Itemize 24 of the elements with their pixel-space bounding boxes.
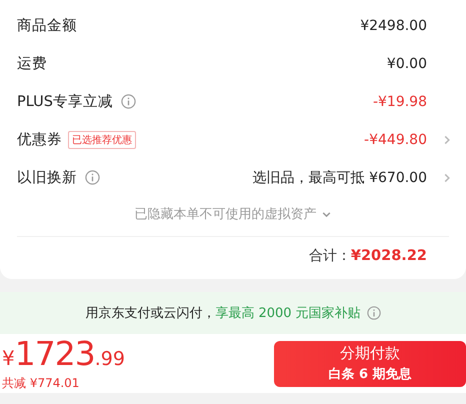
row-label: 运费 <box>17 55 47 74</box>
row-value: ¥0.00 <box>386 56 427 72</box>
price-integer: 1723 <box>14 337 95 371</box>
hidden-assets-toggle[interactable]: 已隐藏本单不可使用的虚拟资产 <box>134 205 332 224</box>
pay-button[interactable]: 分期付款 白条 6 期免息 <box>274 340 466 386</box>
subsidy-highlight: 享最高 2000 元国家补贴 <box>215 305 361 322</box>
total-label: 合计： <box>308 246 351 265</box>
row-label: 以旧换新 <box>17 168 77 188</box>
row-value: 选旧品，最高可抵 ¥670.00 <box>252 168 427 187</box>
coupon-tag: 已选推荐优惠 <box>68 130 136 149</box>
total-value: ¥2028.22 <box>350 248 427 264</box>
savings-text: 共减 ¥774.01 <box>2 376 80 390</box>
price-decimal: .99 <box>94 347 125 372</box>
row-label: 商品金额 <box>17 16 77 36</box>
row-value: -¥449.80 <box>364 132 427 148</box>
banner-text: 用京东支付或云闪付， <box>85 305 216 322</box>
row-label: 优惠券 <box>17 131 62 150</box>
currency-symbol: ¥ <box>2 345 15 372</box>
row-value: ¥2498.00 <box>360 18 427 34</box>
row-value: -¥19.98 <box>372 94 427 110</box>
row-label: PLUS专享立减 <box>17 92 113 112</box>
info-icon[interactable] <box>366 306 381 320</box>
info-icon[interactable] <box>120 94 136 110</box>
info-icon[interactable] <box>85 170 100 186</box>
